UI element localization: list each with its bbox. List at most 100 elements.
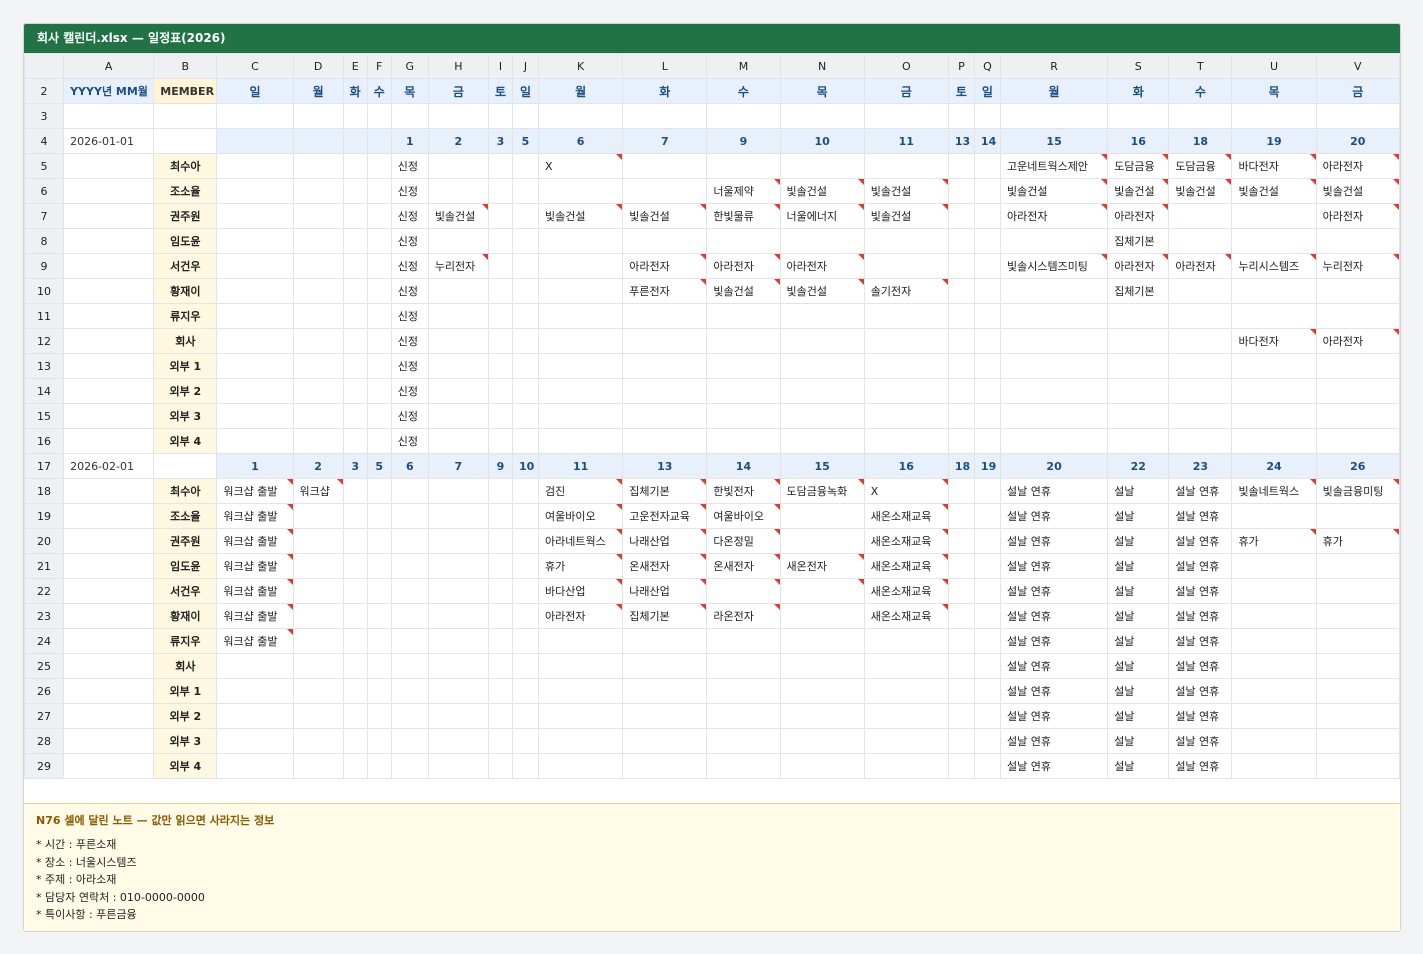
schedule-cell[interactable]	[706, 653, 781, 679]
row-number[interactable]: 29	[24, 753, 65, 779]
schedule-cell[interactable]: 여울바이오	[538, 503, 624, 529]
schedule-cell[interactable]	[973, 578, 1001, 604]
schedule-cell[interactable]	[622, 703, 708, 729]
schedule-cell[interactable]	[1231, 378, 1317, 404]
schedule-cell[interactable]	[487, 578, 513, 604]
schedule-cell[interactable]	[390, 703, 429, 729]
grid-cell[interactable]	[63, 478, 155, 504]
schedule-cell[interactable]	[427, 678, 489, 704]
day-number-cell[interactable]: 23	[1168, 453, 1233, 479]
schedule-cell[interactable]	[1231, 228, 1317, 254]
schedule-cell[interactable]	[863, 303, 949, 329]
schedule-cell[interactable]	[1315, 378, 1400, 404]
grid-cell[interactable]	[999, 103, 1109, 129]
grid-cell[interactable]	[63, 728, 155, 754]
member-name-cell[interactable]: 조소율	[153, 178, 218, 204]
schedule-cell[interactable]	[1107, 403, 1170, 429]
schedule-cell[interactable]	[973, 703, 1001, 729]
schedule-cell[interactable]	[622, 178, 708, 204]
member-name-cell[interactable]: 황재이	[153, 603, 218, 629]
schedule-cell[interactable]: 신정	[390, 228, 429, 254]
schedule-cell[interactable]: 설날	[1107, 753, 1170, 779]
schedule-cell[interactable]	[366, 653, 392, 679]
day-number-cell[interactable]	[342, 128, 368, 154]
grid-cell[interactable]	[63, 578, 155, 604]
schedule-cell[interactable]	[511, 503, 540, 529]
schedule-cell[interactable]	[390, 528, 429, 554]
schedule-cell[interactable]	[538, 653, 624, 679]
schedule-cell[interactable]	[366, 353, 392, 379]
weekday-cell[interactable]: 금	[863, 78, 949, 104]
schedule-cell[interactable]	[390, 753, 429, 779]
schedule-cell[interactable]: 아라전자	[1315, 328, 1400, 354]
schedule-cell[interactable]: 누리전자	[427, 253, 489, 279]
schedule-cell[interactable]	[1315, 278, 1400, 304]
schedule-cell[interactable]	[973, 353, 1001, 379]
schedule-cell[interactable]	[947, 428, 975, 454]
schedule-cell[interactable]: 설날 연휴	[1168, 728, 1233, 754]
schedule-cell[interactable]	[511, 753, 540, 779]
schedule-cell[interactable]: 설날 연휴	[999, 553, 1109, 579]
schedule-cell[interactable]: 설날 연휴	[999, 628, 1109, 654]
weekday-cell[interactable]: 금	[1315, 78, 1400, 104]
grid-cell[interactable]	[63, 278, 155, 304]
schedule-cell[interactable]: 바다전자	[1231, 328, 1317, 354]
grid-cell[interactable]	[63, 753, 155, 779]
schedule-cell[interactable]: 아라전자	[999, 203, 1109, 229]
schedule-cell[interactable]	[342, 503, 368, 529]
schedule-cell[interactable]	[1107, 353, 1170, 379]
day-number-cell[interactable]: 24	[1231, 453, 1317, 479]
schedule-cell[interactable]	[427, 728, 489, 754]
schedule-cell[interactable]	[947, 678, 975, 704]
schedule-cell[interactable]	[1168, 428, 1233, 454]
schedule-cell[interactable]	[1315, 303, 1400, 329]
schedule-cell[interactable]	[342, 628, 368, 654]
member-name-cell[interactable]: 권주원	[153, 203, 218, 229]
day-number-cell[interactable]: 7	[427, 453, 489, 479]
grid-cell[interactable]	[63, 653, 155, 679]
schedule-cell[interactable]	[973, 728, 1001, 754]
schedule-cell[interactable]	[779, 603, 865, 629]
schedule-cell[interactable]	[973, 303, 1001, 329]
schedule-cell[interactable]	[973, 653, 1001, 679]
day-number-cell[interactable]: 19	[1231, 128, 1317, 154]
schedule-cell[interactable]: 설날 연휴	[1168, 703, 1233, 729]
schedule-cell[interactable]	[487, 303, 513, 329]
schedule-cell[interactable]: 새온소재교육	[863, 603, 949, 629]
schedule-cell[interactable]	[1168, 378, 1233, 404]
schedule-cell[interactable]	[216, 753, 294, 779]
schedule-cell[interactable]: 나래산업	[622, 578, 708, 604]
schedule-cell[interactable]	[863, 228, 949, 254]
schedule-cell[interactable]: 빛솔금융미팅	[1315, 478, 1400, 504]
schedule-cell[interactable]	[538, 378, 624, 404]
schedule-cell[interactable]: 아라전자	[779, 253, 865, 279]
weekday-cell[interactable]: 월	[538, 78, 624, 104]
schedule-cell[interactable]: 푸른전자	[622, 278, 708, 304]
column-header-l[interactable]: L	[622, 53, 708, 79]
schedule-cell[interactable]: 한빛전자	[706, 478, 781, 504]
schedule-cell[interactable]	[487, 528, 513, 554]
schedule-cell[interactable]: 한빛물류	[706, 203, 781, 229]
schedule-cell[interactable]	[511, 403, 540, 429]
schedule-cell[interactable]: 설날 연휴	[1168, 503, 1233, 529]
day-number-cell[interactable]: 5	[366, 453, 392, 479]
schedule-cell[interactable]	[1231, 603, 1317, 629]
row-number[interactable]: 25	[24, 653, 65, 679]
schedule-cell[interactable]	[947, 403, 975, 429]
row-number[interactable]: 28	[24, 728, 65, 754]
schedule-cell[interactable]	[216, 703, 294, 729]
member-name-cell[interactable]: 외부 4	[153, 753, 218, 779]
row-number[interactable]: 15	[24, 403, 65, 429]
schedule-cell[interactable]	[342, 753, 368, 779]
schedule-cell[interactable]	[292, 203, 344, 229]
weekday-cell[interactable]: 금	[427, 78, 489, 104]
weekday-cell[interactable]: 수	[706, 78, 781, 104]
grid-cell[interactable]	[63, 228, 155, 254]
schedule-cell[interactable]	[292, 578, 344, 604]
row-number[interactable]: 11	[24, 303, 65, 329]
member-name-cell[interactable]: 최수아	[153, 153, 218, 179]
schedule-cell[interactable]	[947, 153, 975, 179]
row-number[interactable]: 13	[24, 353, 65, 379]
schedule-cell[interactable]	[427, 278, 489, 304]
schedule-cell[interactable]	[342, 378, 368, 404]
